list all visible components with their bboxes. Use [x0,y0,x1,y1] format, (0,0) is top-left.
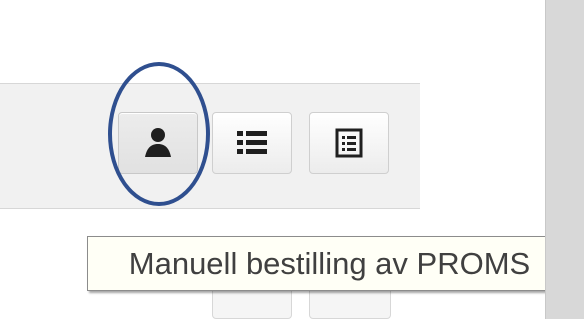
page: Manuell bestilling av PROMS [0,0,584,319]
tooltip-text: Manuell bestilling av PROMS [128,245,531,281]
manual-proms-order-button[interactable] [118,112,198,174]
user-icon [140,125,176,161]
list-view-button[interactable] [212,112,292,174]
form-icon [334,127,364,159]
list-icon [235,127,269,159]
right-gutter [545,0,584,319]
form-view-button[interactable] [309,112,389,174]
tooltip: Manuell bestilling av PROMS [87,236,572,291]
